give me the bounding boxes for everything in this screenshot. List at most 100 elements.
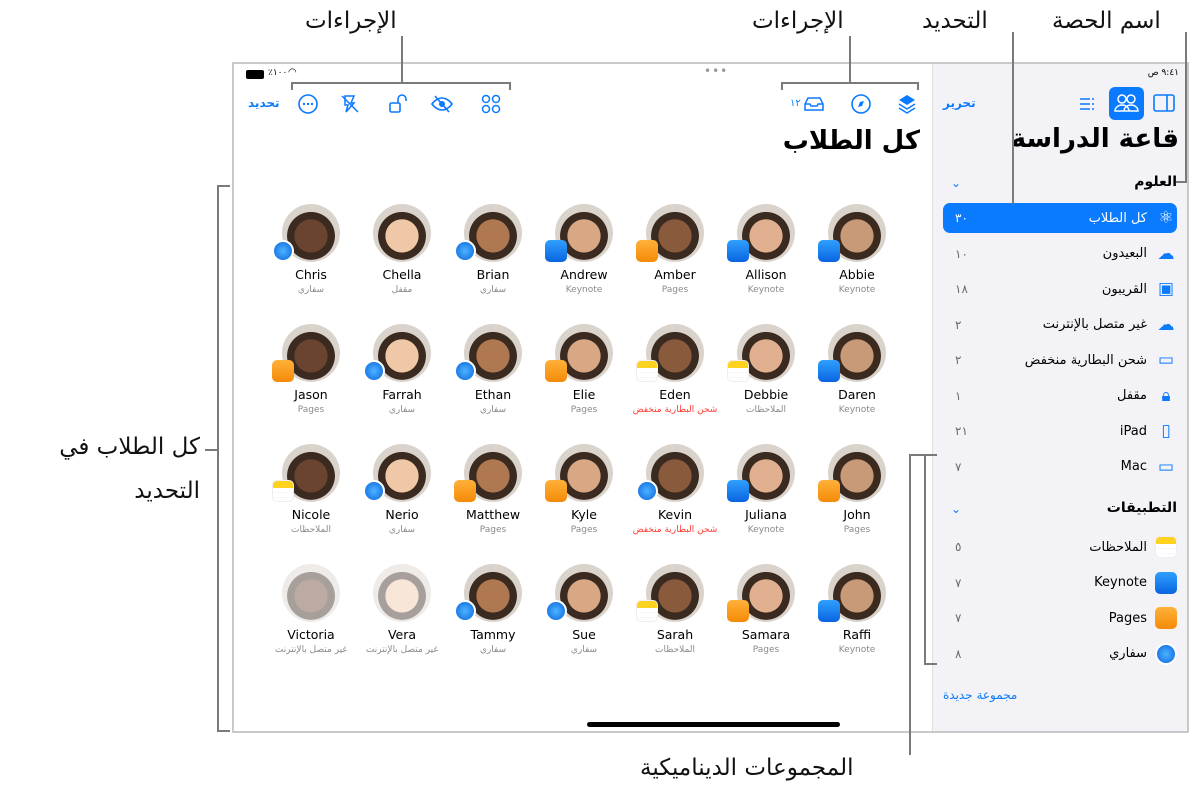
student-tile[interactable]: Eden شحن البطارية منخفض: [630, 324, 720, 415]
sidebar-group-item[interactable]: 🔒︎ مقفل ١: [943, 381, 1177, 411]
student-tile[interactable]: Ethan سفاري: [448, 324, 538, 415]
student-tile[interactable]: Kyle Pages: [539, 444, 629, 535]
sidebar-app-item[interactable]: الملاحظات ٥: [943, 532, 1177, 562]
sidebar-app-item[interactable]: Pages ٧: [943, 603, 1177, 633]
avatar: [454, 204, 522, 262]
keynote-icon: [818, 600, 840, 622]
sidebar-group-item[interactable]: ▭ Mac ٧: [943, 452, 1177, 482]
student-name: Brian: [476, 267, 510, 282]
sidebar-app-item[interactable]: Keynote ٧: [943, 568, 1177, 598]
student-tile[interactable]: Samara Pages: [721, 564, 811, 655]
avatar: [636, 444, 704, 502]
avatar: [454, 444, 522, 502]
sidebar-group-item[interactable]: ▯ iPad ٢١: [943, 416, 1177, 446]
people-view-button[interactable]: [1109, 87, 1144, 120]
student-tile[interactable]: Andrew Keynote: [539, 204, 629, 295]
student-tile[interactable]: Debbie الملاحظات: [721, 324, 811, 415]
callout-class-name: اسم الحصة: [1052, 8, 1161, 34]
pages-icon: [454, 480, 476, 502]
student-status: Keynote: [747, 285, 785, 295]
apps-section-header: التطبيقات: [1106, 500, 1177, 516]
student-tile[interactable]: Nerio سفاري: [357, 444, 447, 535]
sidebar-group-item[interactable]: ☁ غير متصل بالإنترنت ٢: [943, 310, 1177, 340]
group-label: مقفل: [1117, 388, 1147, 403]
student-tile[interactable]: Allison Keynote: [721, 204, 811, 295]
avatar: [818, 444, 886, 502]
sidebar-group-item[interactable]: ▣ القريبون ١٨: [943, 274, 1177, 304]
student-tile[interactable]: Elie Pages: [539, 324, 629, 415]
student-tile[interactable]: Brian سفاري: [448, 204, 538, 295]
low-battery-icon: ▭: [1157, 350, 1175, 370]
student-status: سفاري: [570, 645, 598, 655]
people-icon: [1114, 94, 1139, 112]
student-tile[interactable]: Farrah سفاري: [357, 324, 447, 415]
student-tile[interactable]: Daren Keynote: [812, 324, 902, 415]
edit-button[interactable]: تحرير: [943, 96, 976, 110]
app-label: الملاحظات: [1089, 539, 1147, 555]
student-status: Pages: [570, 405, 598, 415]
offline-cloud-icon: ☁: [1157, 314, 1175, 335]
home-indicator[interactable]: [587, 722, 840, 727]
student-name: Daren: [838, 387, 876, 402]
group-label: Mac: [1120, 459, 1147, 474]
sidebar-app-item[interactable]: سفاري ٨: [943, 639, 1177, 669]
app-label: Keynote: [1094, 575, 1147, 590]
app-count: ٧: [955, 611, 962, 625]
student-status: Pages: [661, 285, 689, 295]
group-count: ١٨: [955, 282, 968, 296]
keynote-icon: [818, 360, 840, 382]
avatar: [818, 204, 886, 262]
student-status: Keynote: [747, 525, 785, 535]
student-tile[interactable]: John Pages: [812, 444, 902, 535]
avatar: [363, 324, 431, 382]
student-name: Allison: [745, 267, 787, 282]
student-tile[interactable]: Chris سفاري: [266, 204, 356, 295]
student-status: Pages: [752, 645, 780, 655]
keynote-icon: [727, 240, 749, 262]
new-group-button[interactable]: مجموعة جديدة: [943, 688, 1017, 702]
student-name: Abbie: [839, 267, 875, 282]
sidebar-group-item[interactable]: ▭ شحن البطارية منخفض ٢: [943, 345, 1177, 375]
student-tile[interactable]: Juliana Keynote: [721, 444, 811, 535]
list-icon[interactable]: [1077, 94, 1097, 114]
student-name: Ethan: [474, 387, 512, 402]
safari-icon: [636, 480, 658, 502]
notes-icon: [727, 360, 749, 382]
student-name: Eden: [659, 387, 691, 402]
student-tile[interactable]: Sue سفاري: [539, 564, 629, 655]
student-name: Chris: [295, 267, 327, 282]
ipad-icon: ▯: [1161, 421, 1171, 441]
student-tile[interactable]: Abbie Keynote: [812, 204, 902, 295]
app-count: ٨: [955, 646, 962, 661]
app-count: ٧: [955, 575, 962, 590]
chevron-down-icon[interactable]: ⌄: [951, 502, 961, 516]
sidebar-toggle-icon[interactable]: [1153, 94, 1175, 112]
app-label: Pages: [1108, 610, 1147, 626]
nearby-person-icon: ▣: [1157, 279, 1175, 299]
sidebar-group-item[interactable]: ☁ البعيدون ١٠: [943, 239, 1177, 269]
student-tile[interactable]: Vera غير متصل بالإنترنت: [357, 564, 447, 655]
class-section-header: العلوم: [1134, 174, 1177, 190]
student-tile[interactable]: Nicole الملاحظات: [266, 444, 356, 535]
avatar: [272, 444, 340, 502]
student-tile[interactable]: Raffi Keynote: [812, 564, 902, 655]
safari-icon: [363, 360, 385, 382]
student-status: Pages: [570, 525, 598, 535]
sidebar-group-item[interactable]: ⚛ كل الطلاب ٣٠: [943, 203, 1177, 233]
student-tile[interactable]: Matthew Pages: [448, 444, 538, 535]
student-name: Elie: [572, 387, 596, 402]
student-tile[interactable]: Victoria غير متصل بالإنترنت: [266, 564, 356, 655]
pages-icon: [636, 240, 658, 262]
student-name: Andrew: [560, 267, 608, 282]
callout-all-students-2: التحديد: [134, 478, 200, 504]
group-count: ١: [955, 388, 962, 403]
student-tile[interactable]: Sarah الملاحظات: [630, 564, 720, 655]
chevron-down-icon[interactable]: ⌄: [951, 176, 961, 190]
student-tile[interactable]: Amber Pages: [630, 204, 720, 295]
student-tile[interactable]: Chella مقفل: [357, 204, 447, 295]
student-name: Nicole: [291, 507, 331, 522]
safari-icon: [272, 240, 294, 262]
student-tile[interactable]: Kevin شحن البطارية منخفض: [630, 444, 720, 535]
student-tile[interactable]: Tammy سفاري: [448, 564, 538, 655]
student-tile[interactable]: Jason Pages: [266, 324, 356, 415]
